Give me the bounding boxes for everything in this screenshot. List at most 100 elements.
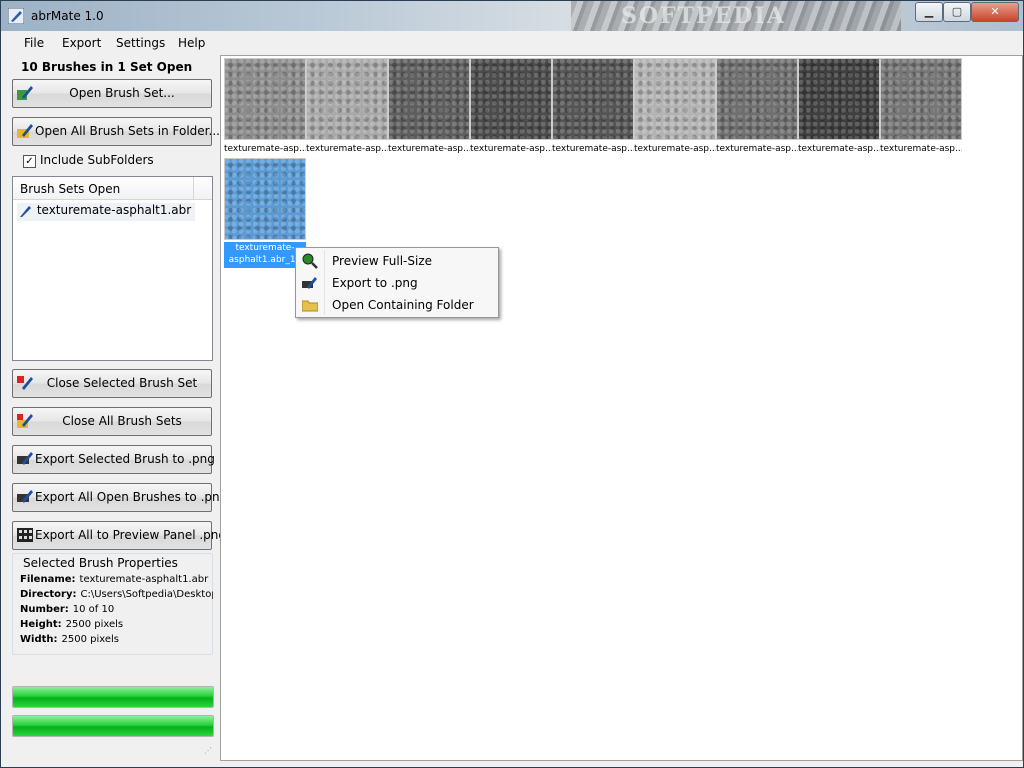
open-brush-set-label: Open Brush Set... [69,86,175,100]
progress-fill-1 [13,687,213,707]
open-brush-set-button[interactable]: Open Brush Set... [12,79,212,108]
prop-directory-value: C:\Users\Softpedia\Desktop\text [80,589,213,600]
progress-bar-1 [12,686,214,708]
context-preview-full-size[interactable]: Preview Full-Size [298,250,496,272]
prop-width-value: 2500 pixels [61,634,120,645]
left-panel: 10 Brushes in 1 Set Open Open Brush Set.… [1,55,237,767]
close-selected-brush-set-label: Close Selected Brush Set [46,376,198,390]
close-icon: ✕ [990,5,1000,18]
brush-sets-list-header[interactable]: Brush Sets Open [13,177,212,200]
brush-thumbnail[interactable]: texturemate-asphalt1.abr_10 [224,158,306,268]
brush-thumbnail[interactable]: texturemate-asp... [224,58,306,155]
brush-texture-image [388,58,470,140]
menu-help[interactable]: Help [178,36,205,50]
prop-number: Number: 10 of 10 [20,604,213,615]
preview-panel-grid-icon [17,528,33,542]
prop-filename-label: Filename: [20,574,76,585]
magnifier-icon [302,253,318,269]
brush-thumbnail[interactable]: texturemate-asp... [798,58,880,155]
menu-export[interactable]: Export [62,36,101,50]
export-all-open-brushes-button[interactable]: Export All Open Brushes to .png's [12,483,237,512]
brush-caption: texturemate-asp... [880,144,962,154]
progress-bar-2 [12,715,214,737]
brush-thumbnail[interactable]: texturemate-asp... [470,58,552,155]
prop-height-label: Height: [20,619,62,630]
brush-texture-image [716,58,798,140]
context-preview-label: Preview Full-Size [332,254,433,268]
brush-caption: texturemate-asp... [634,144,716,154]
png-export-all-icon [17,490,33,503]
list-item[interactable]: texturemate-asphalt1.abr [17,203,196,221]
app-icon [8,8,24,24]
prop-height: Height: 2500 pixels [20,619,213,630]
brush-caption: texturemate-asp... [306,144,388,154]
brush-texture-image [306,58,388,140]
include-subfolders-checkbox[interactable]: ✓ [23,155,36,168]
resize-grip-icon[interactable]: ⋰ [204,746,214,756]
context-open-folder[interactable]: Open Containing Folder [298,294,496,316]
brush-caption: texturemate-asp... [224,144,306,154]
brush-caption: texturemate-asp... [388,144,470,154]
brush-thumbnail[interactable]: texturemate-asp... [716,58,798,155]
open-all-brush-sets-button[interactable]: Open All Brush Sets in Folder... [12,117,220,146]
context-export-png[interactable]: Export to .png [298,272,496,294]
title-bar[interactable]: SOFTPEDIA abrMate 1.0 ▁ ▢ ✕ [1,1,1023,31]
context-menu: Preview Full-Size Export to .png Open Co… [295,247,499,318]
brush-texture-image [224,158,306,240]
minimize-icon: ▁ [924,5,934,18]
menu-bar: File Export Settings Help [1,31,1023,55]
brush-sets-column-label: Brush Sets Open [20,182,121,196]
export-preview-panel-button[interactable]: Export All to Preview Panel .png [12,521,227,550]
minimize-button[interactable]: ▁ [915,2,943,22]
menu-file[interactable]: File [24,36,44,50]
progress-fill-2 [13,716,213,736]
brush-texture-image [470,58,552,140]
brush-thumbnail[interactable]: texturemate-asp... [634,58,716,155]
brush-texture-image [880,58,962,140]
list-item-label: texturemate-asphalt1.abr [36,203,192,217]
export-selected-brush-label: Export Selected Brush to .png [35,452,215,466]
export-preview-panel-label: Export All to Preview Panel .png [35,528,227,542]
brush-sets-list[interactable]: Brush Sets Open texturemate-asphalt1.abr [12,176,213,361]
open-all-brush-sets-label: Open All Brush Sets in Folder... [35,124,220,138]
png-export-icon [17,452,33,465]
prop-width: Width: 2500 pixels [20,634,213,645]
close-selected-brush-set-button[interactable]: Close Selected Brush Set [12,369,212,398]
brush-thumbnails-panel[interactable]: texturemate-asp... texturemate-asp... text… [220,55,1023,761]
close-all-brush-icon [17,414,33,428]
maximize-button[interactable]: ▢ [943,2,971,22]
brush-file-icon [20,205,31,217]
brush-thumbnail[interactable]: texturemate-asp... [552,58,634,155]
brush-thumbnail[interactable]: texturemate-asp... [306,58,388,155]
brush-texture-image [798,58,880,140]
brush-caption: texturemate-asp... [470,144,552,154]
brush-thumbnail[interactable]: texturemate-asp... [388,58,470,155]
watermark-text: SOFTPEDIA [621,3,786,29]
brush-caption: texturemate-asp... [716,144,798,154]
prop-directory-label: Directory: [20,589,77,600]
app-window: SOFTPEDIA abrMate 1.0 ▁ ▢ ✕ File Export … [0,0,1024,768]
prop-directory: Directory:C:\Users\Softpedia\Desktop\tex… [20,589,213,600]
open-brush-icon [17,86,33,100]
brush-caption: texturemate-asp... [552,144,634,154]
png-export-icon [302,277,317,289]
brush-texture-image [552,58,634,140]
close-all-brush-sets-label: Close All Brush Sets [62,414,182,428]
brush-caption: texturemate-asp... [798,144,880,154]
include-subfolders-label: Include SubFolders [40,153,154,167]
prop-number-value: 10 of 10 [72,604,115,615]
menu-settings[interactable]: Settings [116,36,165,50]
folder-icon [302,300,318,312]
open-folder-brush-icon [17,124,33,138]
export-selected-brush-button[interactable]: Export Selected Brush to .png [12,445,215,474]
close-all-brush-sets-button[interactable]: Close All Brush Sets [12,407,212,436]
brush-count-summary: 10 Brushes in 1 Set Open [21,60,193,74]
close-button[interactable]: ✕ [971,2,1019,22]
properties-title: Selected Brush Properties [21,556,180,570]
brush-thumbnail[interactable]: texturemate-asp... [880,58,962,155]
export-all-open-brushes-label: Export All Open Brushes to .png's [35,490,237,504]
prop-height-value: 2500 pixels [65,619,124,630]
brush-texture-image [224,58,306,140]
context-open-folder-label: Open Containing Folder [332,298,474,312]
prop-number-label: Number: [20,604,69,615]
